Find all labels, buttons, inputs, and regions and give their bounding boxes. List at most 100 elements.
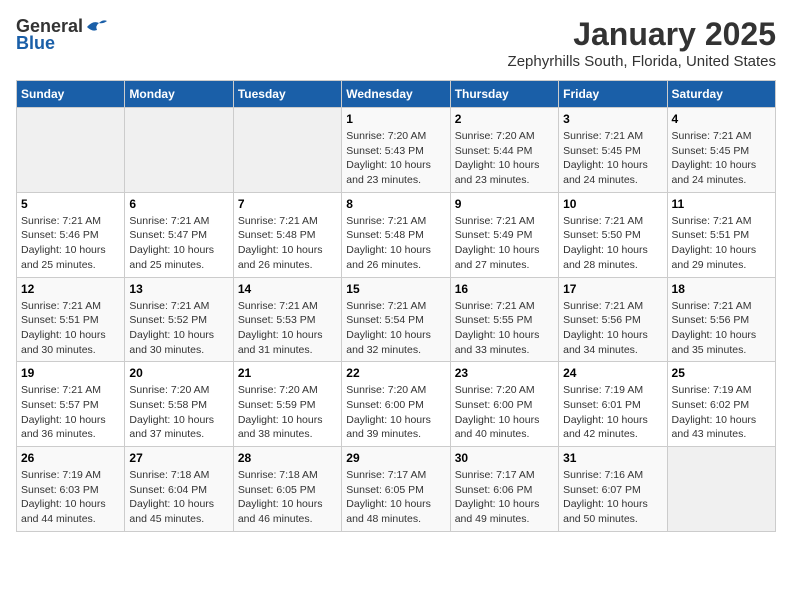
day-info: Sunrise: 7:21 AMSunset: 5:48 PMDaylight:… bbox=[238, 214, 337, 273]
day-number: 13 bbox=[129, 282, 228, 296]
logo: General Blue bbox=[16, 16, 107, 54]
header-wednesday: Wednesday bbox=[342, 81, 450, 108]
day-info: Sunrise: 7:21 AMSunset: 5:51 PMDaylight:… bbox=[21, 299, 120, 358]
calendar-cell: 26Sunrise: 7:19 AMSunset: 6:03 PMDayligh… bbox=[17, 447, 125, 532]
day-number: 6 bbox=[129, 197, 228, 211]
day-info: Sunrise: 7:21 AMSunset: 5:53 PMDaylight:… bbox=[238, 299, 337, 358]
day-number: 1 bbox=[346, 112, 445, 126]
day-number: 8 bbox=[346, 197, 445, 211]
day-number: 14 bbox=[238, 282, 337, 296]
day-number: 22 bbox=[346, 366, 445, 380]
calendar-cell: 4 Sunrise: 7:21 AMSunset: 5:45 PMDaylight… bbox=[667, 108, 775, 193]
calendar-cell: 12 Sunrise: 7:21 AMSunset: 5:51 PMDayligh… bbox=[17, 277, 125, 362]
day-number: 15 bbox=[346, 282, 445, 296]
day-info: Sunrise: 7:18 AMSunset: 6:05 PMDaylight:… bbox=[238, 468, 337, 527]
calendar-cell: 10 Sunrise: 7:21 AMSunset: 5:50 PMDayligh… bbox=[559, 192, 667, 277]
calendar-cell: 9 Sunrise: 7:21 AMSunset: 5:49 PMDaylight… bbox=[450, 192, 558, 277]
day-info: Sunrise: 7:18 AMSunset: 6:04 PMDaylight:… bbox=[129, 468, 228, 527]
day-number: 23 bbox=[455, 366, 554, 380]
calendar-cell: 2 Sunrise: 7:20 AMSunset: 5:44 PMDaylight… bbox=[450, 108, 558, 193]
day-number: 29 bbox=[346, 451, 445, 465]
day-info: Sunrise: 7:19 AMSunset: 6:02 PMDaylight:… bbox=[672, 383, 771, 442]
day-number: 19 bbox=[21, 366, 120, 380]
day-number: 24 bbox=[563, 366, 662, 380]
calendar-cell: 27 Sunrise: 7:18 AMSunset: 6:04 PMDayligh… bbox=[125, 447, 233, 532]
calendar-body: 1 Sunrise: 7:20 AMSunset: 5:43 PMDaylight… bbox=[17, 108, 776, 532]
calendar-cell: 19 Sunrise: 7:21 AMSunset: 5:57 PMDayligh… bbox=[17, 362, 125, 447]
calendar-title: January 2025 bbox=[508, 16, 776, 53]
day-number: 28 bbox=[238, 451, 337, 465]
day-info: Sunrise: 7:21 AMSunset: 5:56 PMDaylight:… bbox=[672, 299, 771, 358]
calendar-subtitle: Zephyrhills South, Florida, United State… bbox=[508, 53, 776, 70]
calendar-cell: 6Sunrise: 7:21 AMSunset: 5:47 PMDaylight… bbox=[125, 192, 233, 277]
calendar-cell: 31 Sunrise: 7:16 AMSunset: 6:07 PMDayligh… bbox=[559, 447, 667, 532]
calendar-cell: 23Sunrise: 7:20 AMSunset: 6:00 PMDayligh… bbox=[450, 362, 558, 447]
day-info: Sunrise: 7:21 AMSunset: 5:50 PMDaylight:… bbox=[563, 214, 662, 273]
day-number: 9 bbox=[455, 197, 554, 211]
calendar-cell: 13 Sunrise: 7:21 AMSunset: 5:52 PMDayligh… bbox=[125, 277, 233, 362]
logo-bird-icon bbox=[85, 18, 107, 36]
calendar-cell: 18 Sunrise: 7:21 AMSunset: 5:56 PMDayligh… bbox=[667, 277, 775, 362]
calendar-cell: 25 Sunrise: 7:19 AMSunset: 6:02 PMDayligh… bbox=[667, 362, 775, 447]
day-info: Sunrise: 7:17 AMSunset: 6:06 PMDaylight:… bbox=[455, 468, 554, 527]
day-number: 11 bbox=[672, 197, 771, 211]
day-info: Sunrise: 7:20 AMSunset: 6:00 PMDaylight:… bbox=[346, 383, 445, 442]
calendar-header: Sunday Monday Tuesday Wednesday Thursday… bbox=[17, 81, 776, 108]
day-number: 4 bbox=[672, 112, 771, 126]
day-info: Sunrise: 7:20 AMSunset: 5:43 PMDaylight:… bbox=[346, 129, 445, 188]
calendar-week-3: 12 Sunrise: 7:21 AMSunset: 5:51 PMDayligh… bbox=[17, 277, 776, 362]
day-number: 16 bbox=[455, 282, 554, 296]
calendar-week-4: 19 Sunrise: 7:21 AMSunset: 5:57 PMDayligh… bbox=[17, 362, 776, 447]
calendar-cell: 30 Sunrise: 7:17 AMSunset: 6:06 PMDayligh… bbox=[450, 447, 558, 532]
day-number: 31 bbox=[563, 451, 662, 465]
calendar-cell bbox=[17, 108, 125, 193]
calendar-week-1: 1 Sunrise: 7:20 AMSunset: 5:43 PMDaylight… bbox=[17, 108, 776, 193]
calendar-cell: 29Sunrise: 7:17 AMSunset: 6:05 PMDayligh… bbox=[342, 447, 450, 532]
day-info: Sunrise: 7:20 AMSunset: 5:59 PMDaylight:… bbox=[238, 383, 337, 442]
day-info: Sunrise: 7:21 AMSunset: 5:49 PMDaylight:… bbox=[455, 214, 554, 273]
calendar-table: Sunday Monday Tuesday Wednesday Thursday… bbox=[16, 80, 776, 532]
header-monday: Monday bbox=[125, 81, 233, 108]
day-number: 10 bbox=[563, 197, 662, 211]
day-number: 3 bbox=[563, 112, 662, 126]
calendar-cell bbox=[667, 447, 775, 532]
day-info: Sunrise: 7:16 AMSunset: 6:07 PMDaylight:… bbox=[563, 468, 662, 527]
day-info: Sunrise: 7:21 AMSunset: 5:56 PMDaylight:… bbox=[563, 299, 662, 358]
header-thursday: Thursday bbox=[450, 81, 558, 108]
title-block: January 2025 Zephyrhills South, Florida,… bbox=[508, 16, 776, 70]
calendar-cell: 5Sunrise: 7:21 AMSunset: 5:46 PMDaylight… bbox=[17, 192, 125, 277]
day-info: Sunrise: 7:21 AMSunset: 5:45 PMDaylight:… bbox=[672, 129, 771, 188]
day-number: 30 bbox=[455, 451, 554, 465]
day-number: 5 bbox=[21, 197, 120, 211]
day-info: Sunrise: 7:21 AMSunset: 5:51 PMDaylight:… bbox=[672, 214, 771, 273]
day-number: 18 bbox=[672, 282, 771, 296]
day-info: Sunrise: 7:21 AMSunset: 5:57 PMDaylight:… bbox=[21, 383, 120, 442]
header-sunday: Sunday bbox=[17, 81, 125, 108]
day-number: 20 bbox=[129, 366, 228, 380]
day-info: Sunrise: 7:20 AMSunset: 5:44 PMDaylight:… bbox=[455, 129, 554, 188]
calendar-cell: 16 Sunrise: 7:21 AMSunset: 5:55 PMDayligh… bbox=[450, 277, 558, 362]
calendar-week-5: 26Sunrise: 7:19 AMSunset: 6:03 PMDayligh… bbox=[17, 447, 776, 532]
day-info: Sunrise: 7:21 AMSunset: 5:52 PMDaylight:… bbox=[129, 299, 228, 358]
day-info: Sunrise: 7:21 AMSunset: 5:48 PMDaylight:… bbox=[346, 214, 445, 273]
day-number: 2 bbox=[455, 112, 554, 126]
day-info: Sunrise: 7:21 AMSunset: 5:45 PMDaylight:… bbox=[563, 129, 662, 188]
calendar-cell: 1 Sunrise: 7:20 AMSunset: 5:43 PMDaylight… bbox=[342, 108, 450, 193]
calendar-cell: 15 Sunrise: 7:21 AMSunset: 5:54 PMDayligh… bbox=[342, 277, 450, 362]
calendar-cell: 20 Sunrise: 7:20 AMSunset: 5:58 PMDayligh… bbox=[125, 362, 233, 447]
day-number: 12 bbox=[21, 282, 120, 296]
logo-blue-text: Blue bbox=[16, 33, 55, 54]
day-info: Sunrise: 7:21 AMSunset: 5:54 PMDaylight:… bbox=[346, 299, 445, 358]
day-number: 25 bbox=[672, 366, 771, 380]
calendar-cell: 8 Sunrise: 7:21 AMSunset: 5:48 PMDaylight… bbox=[342, 192, 450, 277]
day-info: Sunrise: 7:21 AMSunset: 5:55 PMDaylight:… bbox=[455, 299, 554, 358]
day-info: Sunrise: 7:20 AMSunset: 5:58 PMDaylight:… bbox=[129, 383, 228, 442]
calendar-cell: 11 Sunrise: 7:21 AMSunset: 5:51 PMDayligh… bbox=[667, 192, 775, 277]
day-number: 27 bbox=[129, 451, 228, 465]
day-number: 26 bbox=[21, 451, 120, 465]
header-row: Sunday Monday Tuesday Wednesday Thursday… bbox=[17, 81, 776, 108]
calendar-cell: 21 Sunrise: 7:20 AMSunset: 5:59 PMDayligh… bbox=[233, 362, 341, 447]
day-info: Sunrise: 7:19 AMSunset: 6:01 PMDaylight:… bbox=[563, 383, 662, 442]
day-number: 21 bbox=[238, 366, 337, 380]
calendar-cell: 7Sunrise: 7:21 AMSunset: 5:48 PMDaylight… bbox=[233, 192, 341, 277]
